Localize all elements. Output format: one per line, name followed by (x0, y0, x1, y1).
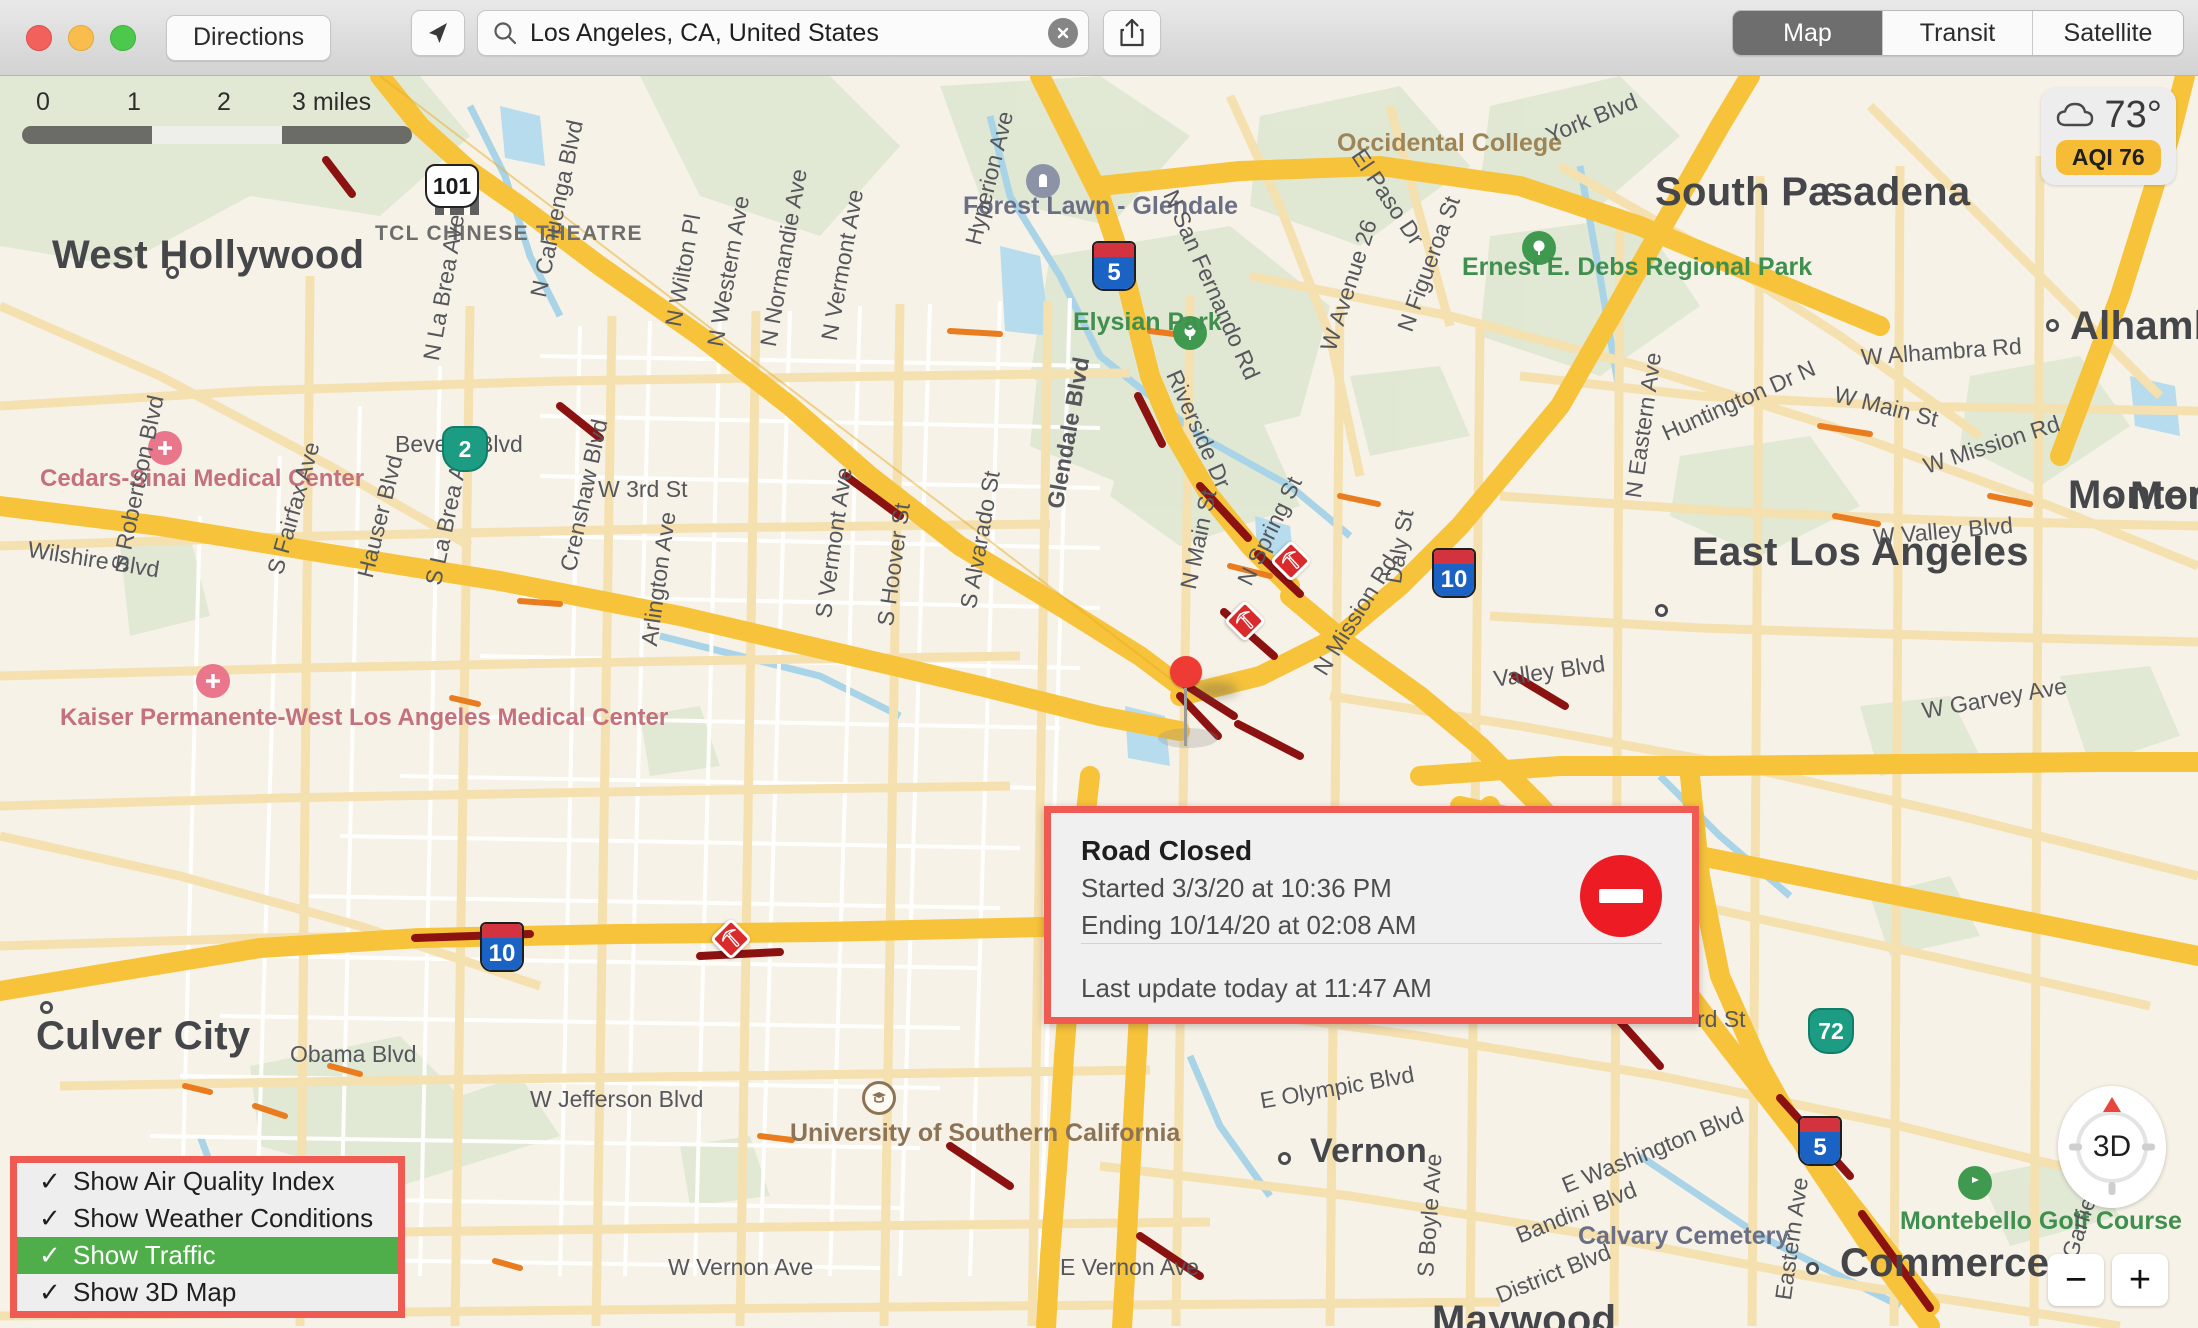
cemetery-icon-forest-lawn (1026, 164, 1060, 198)
menu-item-show-3d-map[interactable]: ✓ Show 3D Map (17, 1274, 398, 1311)
selected-location-pin[interactable] (1170, 656, 1238, 746)
city-dot-vernon (1278, 1152, 1291, 1165)
pin-stem (1184, 688, 1187, 746)
city-dot-south-pasadena (1825, 183, 1838, 196)
window-titlebar: Directions Los Angeles, CA, United State… (0, 0, 2198, 76)
share-button[interactable] (1103, 10, 1161, 56)
weather-widget[interactable]: 73° AQI 76 (2040, 88, 2176, 185)
location-arrow-icon (429, 23, 447, 43)
clear-search-button[interactable] (1048, 18, 1078, 48)
highway-shield-ca-2: 2 (442, 426, 488, 472)
scale-bar: 0 1 2 3 miles (22, 88, 412, 144)
locate-me-button[interactable] (411, 10, 465, 56)
hospital-icon-cedars (148, 431, 182, 465)
road-closed-callout[interactable]: Road Closed Started 3/3/20 at 10:36 PM E… (1044, 806, 1699, 1024)
menu-item-label: Show Air Quality Index (73, 1166, 335, 1196)
checkmark-icon: ✓ (39, 1203, 61, 1233)
university-icon-usc (862, 1081, 896, 1115)
zoom-in-button[interactable]: + (2112, 1254, 2168, 1306)
callout-ending: Ending 10/14/20 at 02:08 AM (1081, 910, 1417, 940)
menu-item-label: Show Weather Conditions (73, 1203, 374, 1233)
directions-button-label: Directions (193, 23, 305, 51)
zoom-out-label: − (2064, 1259, 2088, 1301)
tab-transit-label: Transit (1919, 18, 1996, 47)
menu-item-show-weather-conditions[interactable]: ✓ Show Weather Conditions (17, 1200, 398, 1237)
highway-shield-i-10-east: 10 (1432, 548, 1476, 598)
city-dot-alhambra (2046, 319, 2059, 332)
maps-window: Directions Los Angeles, CA, United State… (0, 0, 2198, 1328)
highway-shield-i-10-west: 10 (480, 922, 524, 972)
compass-tick-left (2069, 1143, 2082, 1151)
callout-divider (1081, 943, 1662, 944)
close-icon (1057, 27, 1069, 39)
compass-north-needle (2103, 1097, 2121, 1112)
zoom-window-button[interactable] (110, 24, 136, 51)
highway-shield-i-5-south: 5 (1798, 1116, 1842, 1166)
cloud-icon (2056, 102, 2093, 127)
park-tree-icon-elysian (1173, 316, 1207, 350)
search-input[interactable]: Los Angeles, CA, United States (477, 10, 1089, 56)
zoom-out-button[interactable]: − (2048, 1254, 2104, 1306)
no-entry-icon (1580, 855, 1662, 937)
city-dot-montebello (2105, 494, 2118, 507)
highway-shield-us-101: 101 (425, 164, 479, 208)
scale-bar-ticks: 0 1 2 3 miles (22, 88, 412, 122)
traffic-lights (26, 24, 136, 51)
compass-tick-bottom (2108, 1182, 2116, 1195)
city-dot-culver-city (40, 1001, 53, 1014)
pin-shadow (1194, 682, 1238, 698)
checkmark-icon: ✓ (39, 1166, 61, 1196)
park-tree-icon-debs (1522, 231, 1556, 265)
scale-tick-1: 1 (127, 88, 141, 116)
tab-transit[interactable]: Transit (1883, 11, 2033, 55)
city-dot-commerce (1806, 1262, 1819, 1275)
map-canvas[interactable]: 0 1 2 3 miles 73° AQI 76 West Hollywood (0, 76, 2198, 1328)
golf-icon-montebello (1958, 1166, 1992, 1200)
scale-tick-0: 0 (36, 88, 50, 116)
map-mode-segmented-control[interactable]: Map Transit Satellite (1732, 10, 2184, 56)
scale-bar-track (22, 126, 412, 144)
city-dot-east-los-angeles (1655, 604, 1668, 617)
map-options-menu[interactable]: ✓ Show Air Quality Index ✓ Show Weather … (10, 1156, 405, 1318)
compass-3d-control[interactable]: 3D (2058, 1086, 2166, 1208)
toggle-3d-label: 3D (2092, 1130, 2132, 1163)
pin-head (1170, 656, 1202, 688)
checkmark-icon: ✓ (39, 1240, 61, 1270)
callout-last-update: Last update today at 11:47 AM (1081, 973, 1432, 1003)
highway-shield-i-5-north: 5 (1092, 241, 1136, 291)
city-dot-west-hollywood (166, 266, 179, 279)
close-window-button[interactable] (26, 24, 52, 51)
search-input-value: Los Angeles, CA, United States (530, 18, 879, 47)
callout-title: Road Closed (1081, 835, 1253, 866)
zoom-in-label: + (2128, 1259, 2152, 1301)
menu-item-label: Show Traffic (73, 1240, 216, 1270)
menu-item-label: Show 3D Map (73, 1277, 237, 1307)
weather-row: 73° (2055, 96, 2162, 134)
share-icon (1120, 18, 1144, 47)
zoom-controls[interactable]: − + (2048, 1254, 2168, 1306)
search-icon (494, 22, 517, 45)
menu-item-show-traffic[interactable]: ✓ Show Traffic (17, 1237, 398, 1274)
hospital-icon-kaiser (196, 664, 230, 698)
tab-map[interactable]: Map (1733, 11, 1883, 55)
weather-temperature: 73° (2104, 94, 2162, 136)
scale-tick-3: 3 miles (292, 88, 372, 116)
tab-satellite-label: Satellite (2063, 18, 2153, 47)
menu-item-show-air-quality-index[interactable]: ✓ Show Air Quality Index (17, 1163, 398, 1200)
tab-map-label: Map (1783, 18, 1832, 47)
compass-tick-right (2142, 1143, 2155, 1151)
callout-started: Started 3/3/20 at 10:36 PM (1081, 873, 1392, 903)
checkmark-icon: ✓ (39, 1277, 61, 1307)
minimize-window-button[interactable] (68, 24, 94, 51)
tab-satellite[interactable]: Satellite (2033, 11, 2183, 55)
highway-shield-ca-72: 72 (1808, 1008, 1854, 1054)
scale-tick-2: 2 (217, 88, 231, 116)
toggle-3d-button[interactable]: 3D (2076, 1111, 2148, 1183)
directions-button[interactable]: Directions (166, 14, 332, 61)
aqi-badge[interactable]: AQI 76 (2055, 140, 2161, 175)
